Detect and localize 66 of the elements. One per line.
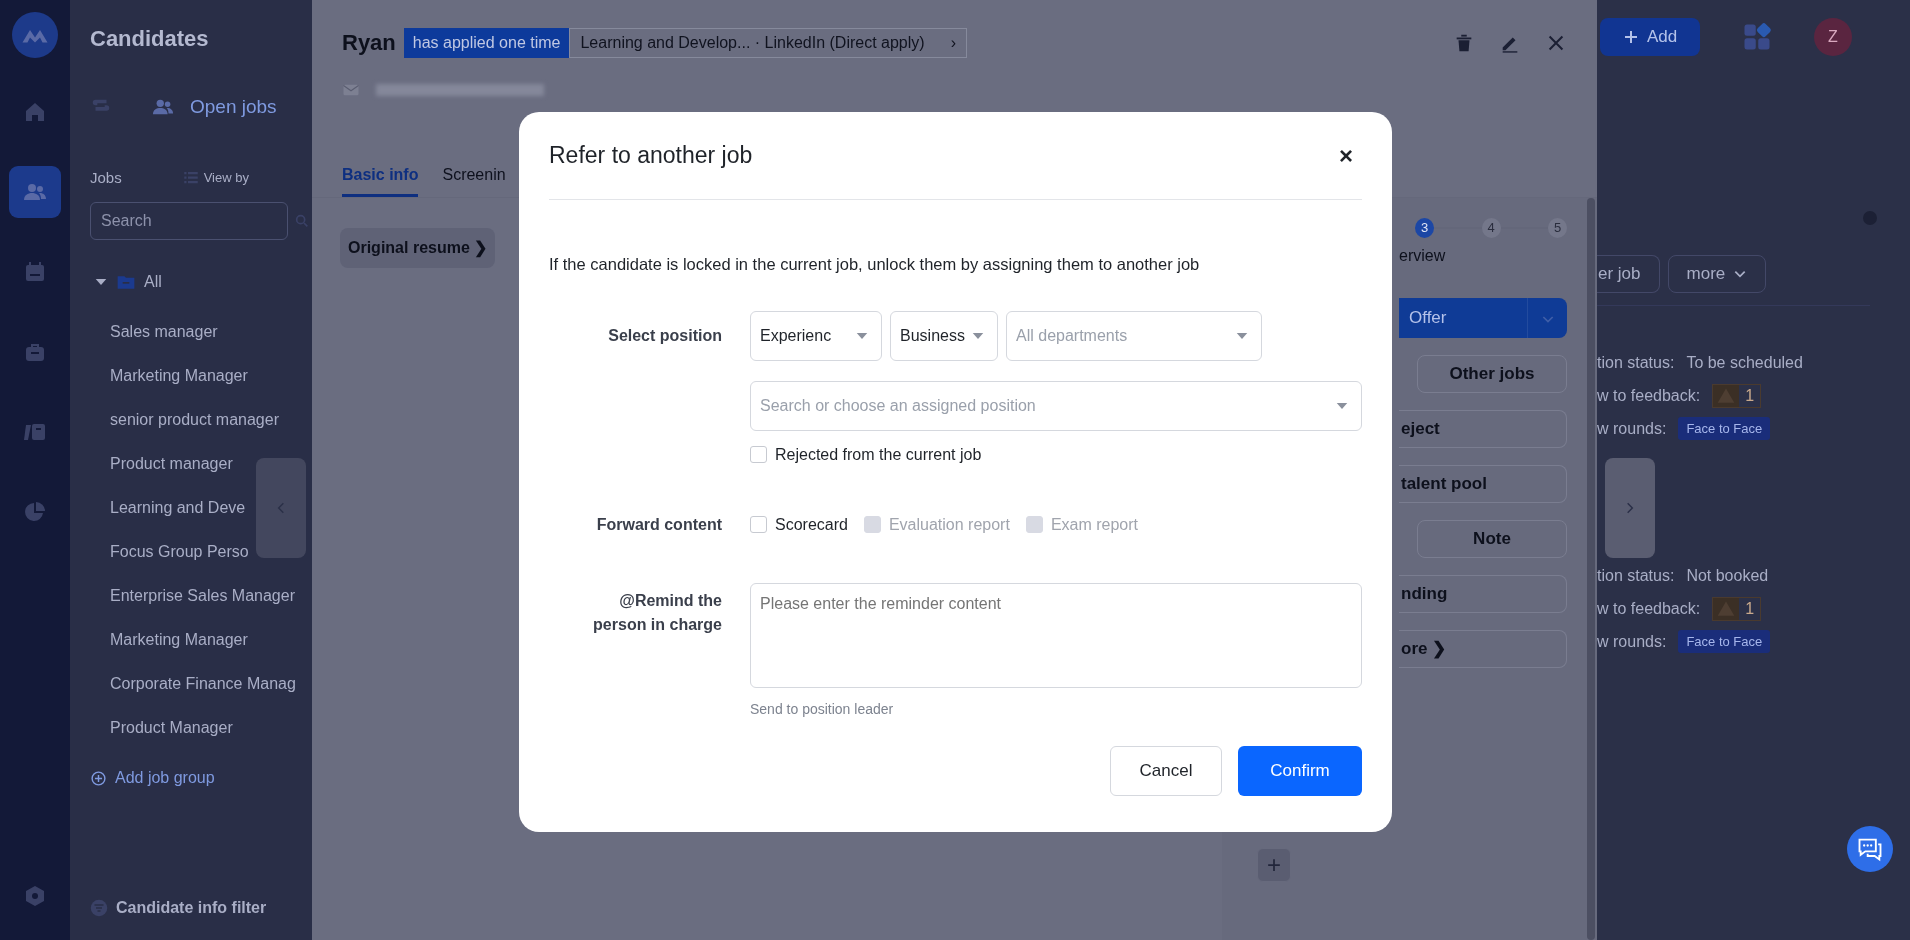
round-tag: Face to Face (1678, 629, 1771, 654)
field-value: To be scheduled (1686, 352, 1803, 373)
field-label: tion status: (1597, 352, 1675, 373)
job-item[interactable]: Learning and Deve (90, 486, 246, 530)
job-item[interactable]: Focus Group Perso (90, 530, 249, 574)
candidate-name: Ryan (342, 29, 396, 57)
job-item[interactable]: Enterprise Sales Manager (90, 574, 295, 618)
close-button[interactable]: × (1338, 142, 1354, 169)
reminder-field[interactable]: Please enter the reminder content (750, 582, 1362, 688)
checkbox-label: Rejected from the current job (775, 444, 982, 465)
field-label: Select position (607, 325, 722, 346)
filter-button[interactable]: Candidate info filter (90, 896, 267, 920)
description: If the candidate is locked in the current job, unlock them by assigning them to another job (549, 254, 1201, 275)
search-field[interactable]: Search (90, 202, 288, 240)
action-button[interactable]: er job (1597, 255, 1660, 293)
dialog-title: Refer to another job (549, 141, 753, 171)
action-button[interactable]: Other jobs (1417, 355, 1567, 393)
action-button[interactable]: talent pool (1399, 465, 1567, 503)
action-button[interactable]: nding (1399, 575, 1567, 613)
job-item[interactable]: senior product manager (90, 398, 279, 442)
field-label: w rounds: (1597, 418, 1667, 439)
select-field[interactable]: Business (890, 310, 998, 361)
checkbox-label: Scorecard (775, 514, 848, 535)
resume-button[interactable]: Original resume ❯ (340, 228, 496, 268)
page-title: Candidates (90, 25, 210, 53)
warning-badge: 1 (1712, 383, 1762, 408)
action-button[interactable]: Note (1417, 520, 1567, 558)
job-item[interactable]: Marketing Manager (90, 618, 248, 662)
section-label: Jobs (90, 167, 122, 188)
round-tag: Face to Face (1678, 416, 1771, 441)
field-value: Not booked (1686, 565, 1769, 586)
job-item[interactable]: Product Manager (90, 706, 233, 750)
tree-node[interactable]: All (90, 266, 312, 298)
select-field[interactable]: Experienc (750, 310, 882, 361)
field-label: w to feedback: (1597, 598, 1701, 619)
step-marker: 3 (1415, 218, 1434, 238)
job-item[interactable]: Corporate Finance Manag (90, 662, 296, 706)
application-link[interactable]: Learning and Develop... · LinkedIn (Direct apply) › (569, 27, 967, 58)
warning-badge: 1 (1712, 596, 1762, 621)
field-label: w to feedback: (1597, 385, 1701, 406)
checkbox-label: Exam report (1050, 514, 1139, 535)
action-button[interactable]: more (1667, 255, 1767, 293)
step-marker: 4 (1481, 218, 1501, 238)
add-button[interactable]: Add (1600, 18, 1700, 56)
add-job-group-link[interactable]: Add job group (90, 766, 215, 790)
job-item[interactable]: Product manager (90, 442, 233, 486)
confirm-button[interactable]: Confirm (1238, 745, 1362, 796)
offer-button[interactable]: Offer (1399, 298, 1527, 338)
job-item[interactable]: Marketing Manager (90, 354, 248, 398)
open-jobs-tab[interactable]: Open jobs (152, 92, 277, 122)
applied-badge: has applied one time (403, 27, 570, 58)
field-label: w rounds: (1597, 631, 1667, 652)
field-label: Forward content (595, 514, 722, 535)
field-label: tion status: (1597, 565, 1675, 586)
action-button[interactable]: eject (1399, 410, 1567, 448)
cancel-button[interactable]: Cancel (1110, 745, 1222, 796)
hint-text: Send to position leader (750, 699, 894, 719)
view-by-link[interactable]: View by (181, 168, 249, 188)
avatar[interactable]: Z (1814, 18, 1852, 56)
step-marker: 5 (1548, 218, 1567, 238)
tab[interactable]: Screenin (442, 163, 506, 197)
step-label: erview (1399, 246, 1446, 266)
field-label: @Remind the person in charge (592, 590, 722, 635)
job-item[interactable]: Sales manager (90, 310, 218, 354)
checkbox-label: Evaluation report (888, 514, 1010, 535)
action-button[interactable]: ore ❯ (1399, 630, 1567, 668)
